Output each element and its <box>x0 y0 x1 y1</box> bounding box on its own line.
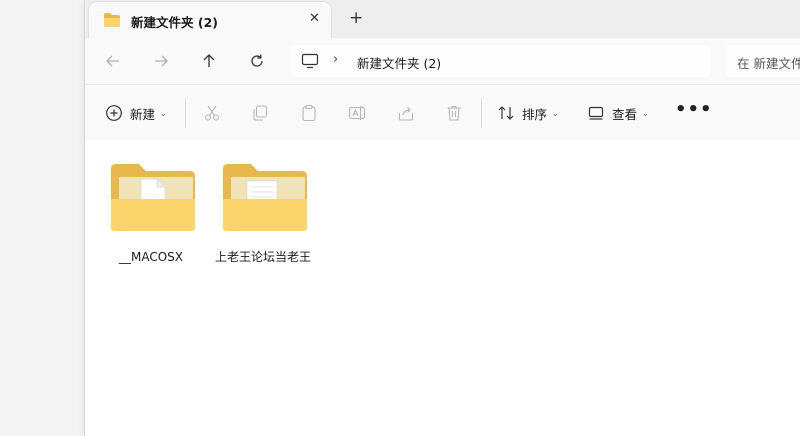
delete-button[interactable] <box>445 101 463 125</box>
arrow-right-icon <box>155 55 168 67</box>
folder-name: __MACOSX <box>118 250 183 264</box>
arrow-left-icon <box>106 55 119 67</box>
folder-icon <box>223 164 307 231</box>
up-button[interactable] <box>197 49 221 73</box>
paste-button[interactable] <box>300 101 318 125</box>
desktop-background <box>0 0 84 436</box>
plus-circle-icon <box>106 105 122 121</box>
view-icon <box>588 106 604 120</box>
new-button-label: 新建 <box>130 106 156 122</box>
chevron-down-icon: ⌄ <box>552 108 559 118</box>
command-bar: 新建 ⌄ 排序 ⌄ 查看 ⌄ ••• <box>85 84 800 142</box>
chevron-right-icon[interactable]: › <box>333 52 338 67</box>
refresh-button[interactable] <box>245 49 269 73</box>
scissors-icon <box>204 105 220 121</box>
copy-button[interactable] <box>251 101 269 125</box>
separator <box>185 98 186 128</box>
trash-icon <box>447 105 461 121</box>
sort-button[interactable]: 排序 ⌄ <box>497 101 559 125</box>
view-button[interactable]: 查看 ⌄ <box>587 101 649 125</box>
sort-icon <box>498 106 514 120</box>
chevron-down-icon: ⌄ <box>160 108 167 118</box>
file-explorer-window: 新建文件夹 (2) ✕ + › 新建文件夹 (2) 在 新建文件 新建 ⌄ 排序… <box>84 0 800 436</box>
refresh-icon <box>251 54 263 67</box>
rename-button[interactable] <box>348 101 366 125</box>
close-tab-button[interactable]: ✕ <box>309 11 320 26</box>
tab-bar: 新建文件夹 (2) ✕ + <box>85 0 800 38</box>
tab-current-folder[interactable]: 新建文件夹 (2) ✕ <box>89 2 331 38</box>
clipboard-icon <box>302 104 316 122</box>
new-tab-button[interactable]: + <box>349 9 363 27</box>
view-button-label: 查看 <box>612 106 638 122</box>
search-input[interactable]: 在 新建文件夹 (2) 中搜索 <box>737 53 800 72</box>
arrow-up-icon <box>203 54 215 67</box>
sort-button-label: 排序 <box>522 106 548 122</box>
share-button[interactable] <box>397 101 415 125</box>
folder-icon <box>104 13 120 27</box>
folder-name: 上老王论坛当老王 <box>214 250 311 264</box>
folder-item[interactable]: __MACOSX <box>101 159 201 289</box>
tab-title: 新建文件夹 (2) <box>131 15 218 30</box>
new-button[interactable]: 新建 ⌄ <box>105 101 167 125</box>
more-options-button[interactable]: ••• <box>675 99 713 120</box>
address-path-segment[interactable]: 新建文件夹 (2) <box>357 53 441 72</box>
computer-icon <box>301 53 319 69</box>
chevron-down-icon: ⌄ <box>642 108 649 118</box>
address-bar[interactable]: › 新建文件夹 (2) <box>291 45 711 77</box>
rename-icon <box>348 106 366 120</box>
separator <box>481 98 482 128</box>
cut-button[interactable] <box>203 101 221 125</box>
folder-item[interactable]: 上老王论坛当老王 <box>213 159 313 289</box>
navigation-bar: › 新建文件夹 (2) 在 新建文件夹 (2) 中搜索 <box>85 38 800 84</box>
search-box[interactable]: 在 新建文件夹 (2) 中搜索 <box>725 45 800 77</box>
file-list: __MACOSX 上老王论坛当老王 <box>85 141 800 436</box>
copy-icon <box>253 105 268 121</box>
share-icon <box>398 107 414 121</box>
forward-button[interactable] <box>149 49 173 73</box>
folder-icon <box>111 164 195 231</box>
back-button[interactable] <box>101 49 125 73</box>
